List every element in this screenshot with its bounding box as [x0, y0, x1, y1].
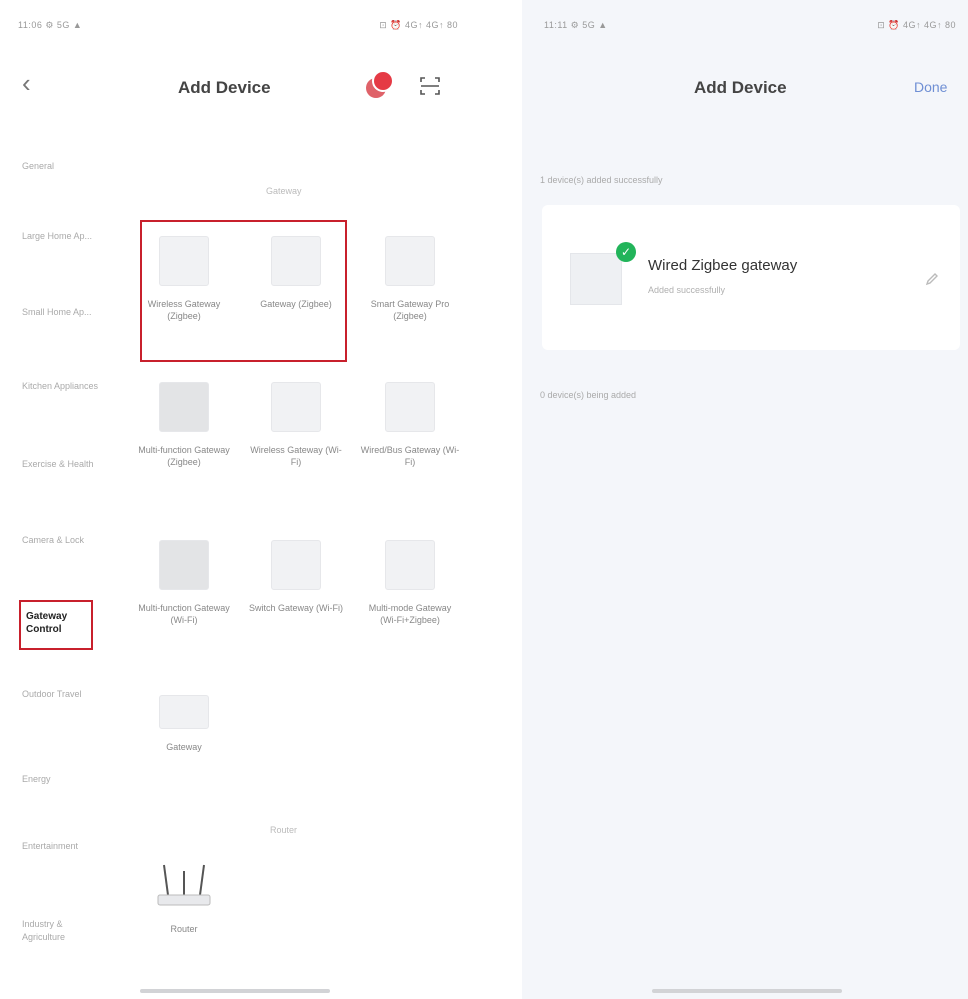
- notification-badge-icon[interactable]: [364, 72, 394, 100]
- device-thumbnail: [271, 540, 321, 590]
- scan-qr-icon[interactable]: [418, 74, 442, 98]
- device-thumbnail: [385, 236, 435, 286]
- device-label: Wireless Gateway (Wi-Fi): [250, 445, 342, 467]
- home-indicator: [652, 989, 842, 993]
- home-indicator: [140, 989, 330, 993]
- section-label-gateway: Gateway: [266, 186, 302, 196]
- device-multi-function-gateway-wifi[interactable]: Multi-function Gateway (Wi-Fi): [134, 540, 234, 626]
- device-thumbnail: [271, 382, 321, 432]
- page-title: Add Device: [178, 78, 271, 97]
- status-right: ⊡ ⏰ 4G↑ 4G↑ 80: [379, 20, 458, 30]
- device-name: Wired Zigbee gateway: [648, 257, 798, 274]
- added-count-label: 1 device(s) added successfully: [540, 175, 663, 185]
- category-health[interactable]: Exercise & Health: [22, 458, 104, 471]
- device-multi-mode-gateway[interactable]: Multi-mode Gateway (Wi-Fi+Zigbee): [360, 540, 460, 626]
- category-list: General Large Home Ap... Small Home Ap..…: [0, 0, 118, 999]
- device-thumbnail: [570, 253, 622, 305]
- done-button[interactable]: Done: [914, 79, 947, 95]
- device-gateway[interactable]: Gateway: [134, 695, 234, 753]
- device-smart-gateway-pro[interactable]: Smart Gateway Pro (Zigbee): [360, 236, 460, 322]
- device-label: Smart Gateway Pro (Zigbee): [370, 299, 450, 321]
- status-right: ⊡ ⏰ 4G↑ 4G↑ 80: [877, 20, 956, 30]
- device-wireless-gateway-wifi[interactable]: Wireless Gateway (Wi-Fi): [246, 382, 346, 468]
- device-status: Added successfully: [648, 285, 726, 295]
- category-industry[interactable]: Industry & Agriculture: [22, 918, 104, 944]
- category-highlight-box: [19, 600, 93, 650]
- device-highlight-box: [140, 220, 347, 362]
- device-label: Multi-function Gateway (Zigbee): [138, 445, 230, 467]
- added-device-card[interactable]: ✓ Wired Zigbee gateway Added successfull…: [542, 205, 960, 350]
- badge-dot-front: [374, 72, 392, 90]
- device-label: Gateway: [166, 742, 202, 752]
- category-kitchen[interactable]: Kitchen Appliances: [22, 380, 104, 393]
- device-thumbnail: [159, 540, 209, 590]
- device-label: Switch Gateway (Wi-Fi): [248, 603, 343, 613]
- device-thumbnail: [385, 540, 435, 590]
- device-thumbnail: [385, 382, 435, 432]
- device-multi-function-gateway-zigbee[interactable]: Multi-function Gateway (Zigbee): [134, 382, 234, 468]
- device-wired-gateway-wifi[interactable]: Wired/Bus Gateway (Wi-Fi): [360, 382, 460, 468]
- router-icon: [157, 864, 211, 906]
- status-bar: 11:11 ⚙ 5G ▲ ⊡ ⏰ 4G↑ 4G↑ 80: [544, 20, 956, 36]
- device-thumbnail: [159, 695, 209, 729]
- add-device-result-screen: 11:11 ⚙ 5G ▲ ⊡ ⏰ 4G↑ 4G↑ 80 Add Device D…: [522, 0, 968, 999]
- category-entertainment[interactable]: Entertainment: [22, 840, 104, 853]
- section-label-router: Router: [270, 825, 298, 835]
- device-switch-gateway[interactable]: Switch Gateway (Wi-Fi): [246, 540, 346, 614]
- category-outdoor[interactable]: Outdoor Travel: [22, 688, 104, 701]
- device-label: Wired/Bus Gateway (Wi-Fi): [360, 445, 460, 467]
- device-router[interactable]: Router: [134, 855, 234, 935]
- category-camera-lock[interactable]: Camera & Lock: [22, 534, 104, 547]
- status-left: 11:11 ⚙ 5G ▲: [544, 20, 608, 30]
- edit-pencil-icon[interactable]: [924, 271, 940, 287]
- category-small-appliances[interactable]: Small Home Ap...: [22, 306, 104, 319]
- category-general[interactable]: General: [22, 160, 104, 173]
- device-label: Multi-function Gateway (Wi-Fi): [138, 603, 230, 625]
- pending-count-label: 0 device(s) being added: [540, 390, 637, 400]
- success-check-icon: ✓: [616, 242, 636, 262]
- device-label: Multi-mode Gateway (Wi-Fi+Zigbee): [368, 603, 452, 625]
- category-large-appliances[interactable]: Large Home Ap...: [22, 230, 104, 243]
- device-label: Router: [170, 924, 198, 934]
- page-title: Add Device: [694, 78, 787, 97]
- category-energy[interactable]: Energy: [22, 773, 104, 786]
- add-device-screen: 11:06 ⚙ 5G ▲ ⊡ ⏰ 4G↑ 4G↑ 80 ‹ Add Device…: [0, 0, 470, 999]
- device-thumbnail: [159, 382, 209, 432]
